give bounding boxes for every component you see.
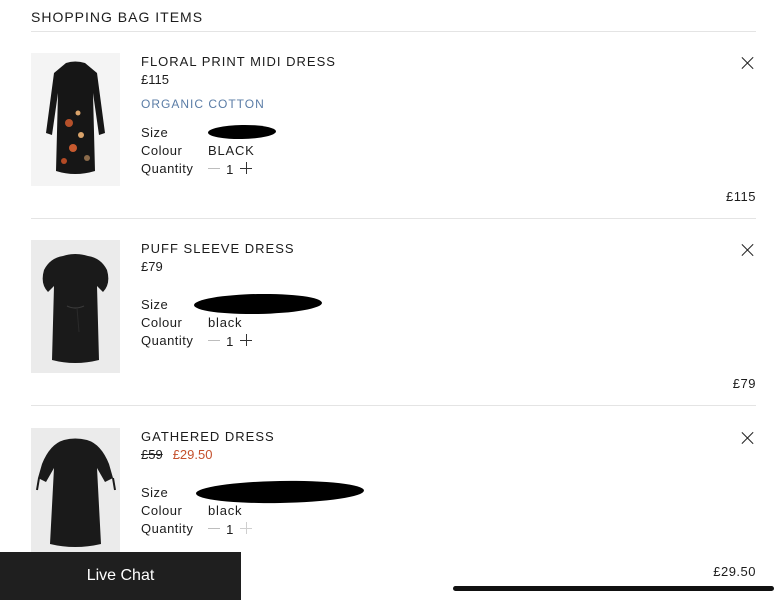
colour-label: Colour <box>141 142 183 158</box>
quantity-stepper: 1 <box>208 331 252 349</box>
quantity-label: Quantity <box>141 520 194 536</box>
plus-icon[interactable] <box>240 334 252 346</box>
close-icon[interactable] <box>741 432 753 444</box>
product-price: £115 <box>141 72 169 87</box>
sale-price: £29.50 <box>172 447 213 462</box>
quantity-stepper: 1 <box>208 159 252 177</box>
quantity-value: 1 <box>226 162 234 177</box>
size-label: Size <box>141 124 169 140</box>
size-redaction <box>207 124 277 140</box>
product-image[interactable] <box>31 240 120 373</box>
line-total: £79 <box>732 376 756 391</box>
home-indicator-bar <box>453 586 774 591</box>
close-icon[interactable] <box>741 57 753 69</box>
colour-value: black <box>208 502 243 518</box>
bag-item: PUFF SLEEVE DRESS £79 Size Colour black … <box>31 219 756 406</box>
quantity-label: Quantity <box>141 332 194 348</box>
product-name[interactable]: GATHERED DRESS <box>141 429 561 444</box>
quantity-label: Quantity <box>141 160 194 176</box>
minus-icon[interactable] <box>208 522 220 534</box>
product-image[interactable] <box>31 53 120 186</box>
product-tag: ORGANIC COTTON <box>141 97 265 111</box>
product-price: £79 <box>141 259 163 274</box>
product-name[interactable]: PUFF SLEEVE DRESS <box>141 241 561 256</box>
bag-item: FLORAL PRINT MIDI DRESS £115 ORGANIC COT… <box>31 32 756 219</box>
plus-icon[interactable] <box>240 522 252 534</box>
colour-value: black <box>208 314 243 330</box>
product-name[interactable]: FLORAL PRINT MIDI DRESS <box>141 54 561 69</box>
quantity-stepper: 1 <box>208 519 252 537</box>
minus-icon[interactable] <box>208 162 220 174</box>
minus-icon[interactable] <box>208 334 220 346</box>
close-icon[interactable] <box>741 244 753 256</box>
plus-icon[interactable] <box>240 162 252 174</box>
product-image[interactable] <box>31 428 120 561</box>
size-redaction <box>193 292 323 316</box>
quantity-value: 1 <box>226 334 234 349</box>
line-total: £29.50 <box>713 564 756 579</box>
item-divider <box>31 405 756 406</box>
line-total: £115 <box>726 189 756 204</box>
live-chat-button[interactable]: Live Chat <box>0 552 241 600</box>
quantity-value: 1 <box>226 522 234 537</box>
colour-value: BLACK <box>208 142 255 158</box>
colour-label: Colour <box>141 314 183 330</box>
original-price: £59 <box>141 447 163 462</box>
colour-label: Colour <box>141 502 183 518</box>
section-title: SHOPPING BAG ITEMS <box>31 9 204 25</box>
